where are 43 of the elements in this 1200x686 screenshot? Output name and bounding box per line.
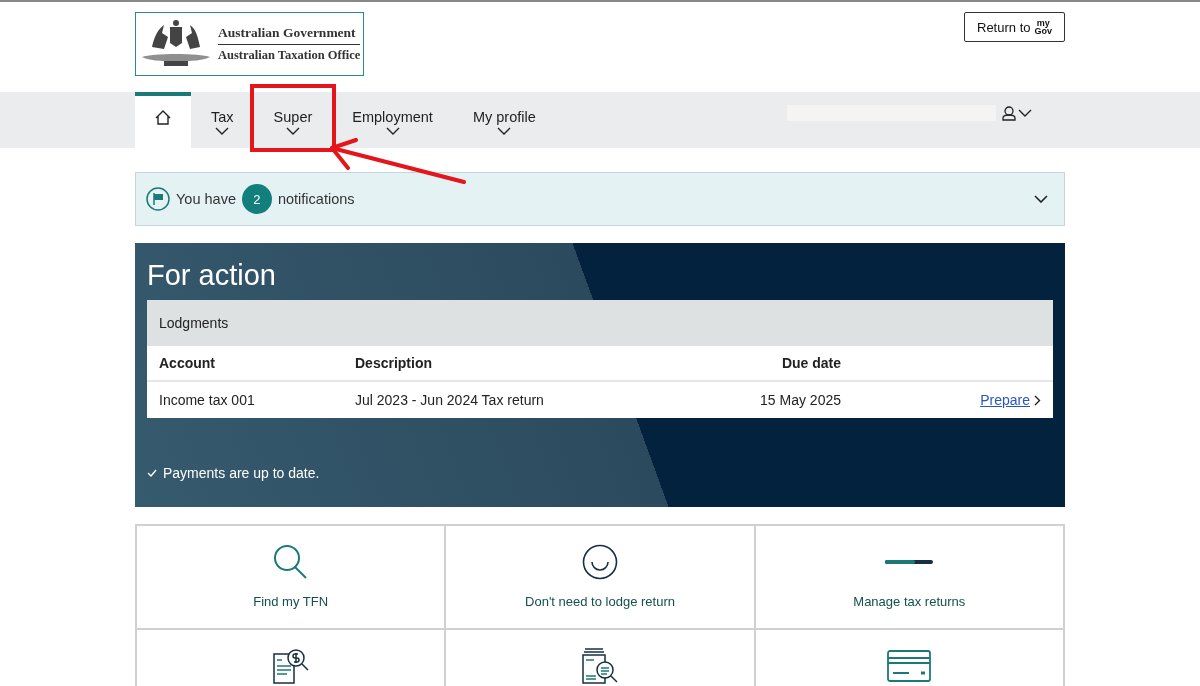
chevron-down-icon: [1018, 109, 1032, 117]
check-icon: [147, 469, 157, 477]
shortcut-tile[interactable]: Manage tax returns: [755, 526, 1065, 630]
logo-subtitle: Australian Taxation Office: [218, 48, 361, 63]
column-header: Description: [355, 355, 433, 371]
credit-card-icon: [887, 650, 932, 682]
notifications-text: notifications: [277, 191, 355, 207]
table-cell-text: Jul 2023 - Jun 2024 Tax return: [355, 392, 545, 408]
panel-title: For action: [147, 259, 277, 292]
notification-count: 2: [241, 184, 272, 214]
table-title: Lodgments: [147, 300, 1053, 346]
user-menu-button[interactable]: [1002, 105, 1032, 121]
document-magnifier-icon: [271, 648, 310, 684]
chevron-down-icon: [215, 127, 230, 135]
column-header: Account: [159, 355, 216, 371]
home-tab[interactable]: [135, 92, 191, 148]
chevron-down-icon: [497, 127, 512, 135]
notifications-bar[interactable]: You have 2 notifications: [135, 172, 1065, 226]
user-icon: [1002, 105, 1016, 121]
nav-menu-tab[interactable]: Tax: [191, 92, 254, 148]
nav-menu-tab[interactable]: Super: [253, 92, 333, 148]
government-logo[interactable]: Australian Government Australian Taxation Office: [135, 12, 364, 76]
notifications-text: You have: [176, 191, 236, 207]
home-icon: [155, 110, 171, 125]
column-header: Due date: [780, 355, 841, 371]
payment-status: Payments are up to date.: [163, 465, 320, 481]
chevron-down-icon: [385, 127, 400, 135]
shortcut-tile[interactable]: Don't need to lodge return: [446, 526, 756, 630]
nav-menu-tab[interactable]: Employment: [332, 92, 453, 148]
chevron-down-icon: [285, 127, 300, 135]
flag-icon: [146, 187, 170, 211]
progress-bar-icon: [885, 560, 934, 564]
chevron-right-icon: [1034, 394, 1041, 406]
document-stack-icon: [581, 648, 619, 684]
table-cell-text: Income tax 001: [159, 392, 256, 408]
smiley-icon: [582, 544, 618, 580]
chevron-down-icon: [1034, 195, 1048, 203]
shortcut-tile[interactable]: Find my TFN: [137, 526, 447, 630]
nav-menu-tab[interactable]: My profile: [452, 92, 556, 148]
table-cell-text: 15 May 2025: [759, 392, 841, 408]
logo-title: Australian Government: [218, 25, 361, 45]
magnifier-icon: [272, 544, 309, 580]
prepare-link[interactable]: Prepare: [980, 392, 1030, 408]
